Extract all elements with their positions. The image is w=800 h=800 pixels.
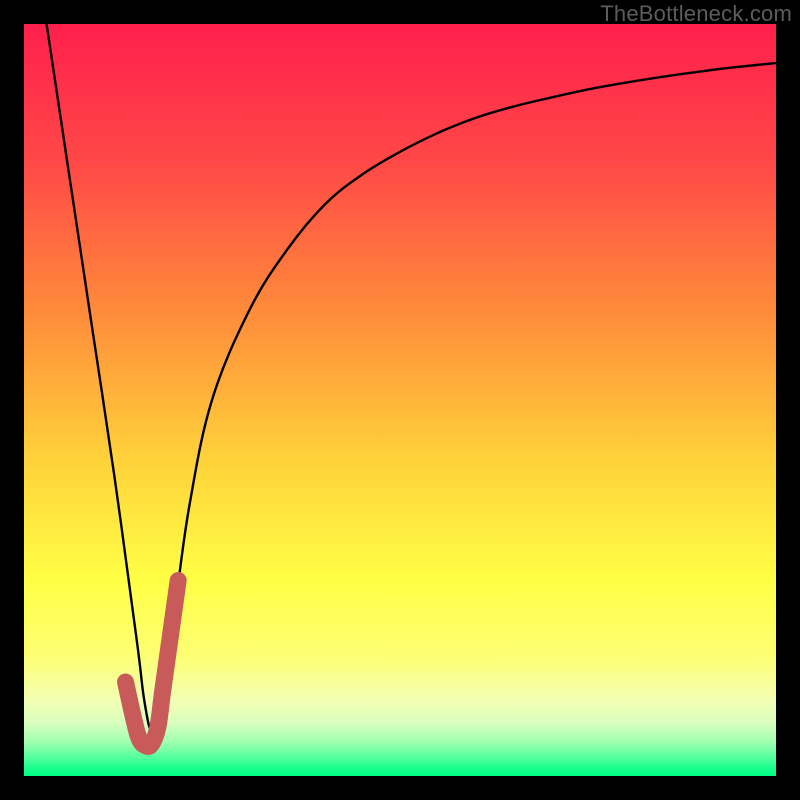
- gradient-rect: [24, 24, 776, 776]
- plot-area: [24, 24, 776, 776]
- watermark-text: TheBottleneck.com: [600, 1, 792, 27]
- gradient-background: [24, 24, 776, 776]
- chart-frame: TheBottleneck.com: [0, 0, 800, 800]
